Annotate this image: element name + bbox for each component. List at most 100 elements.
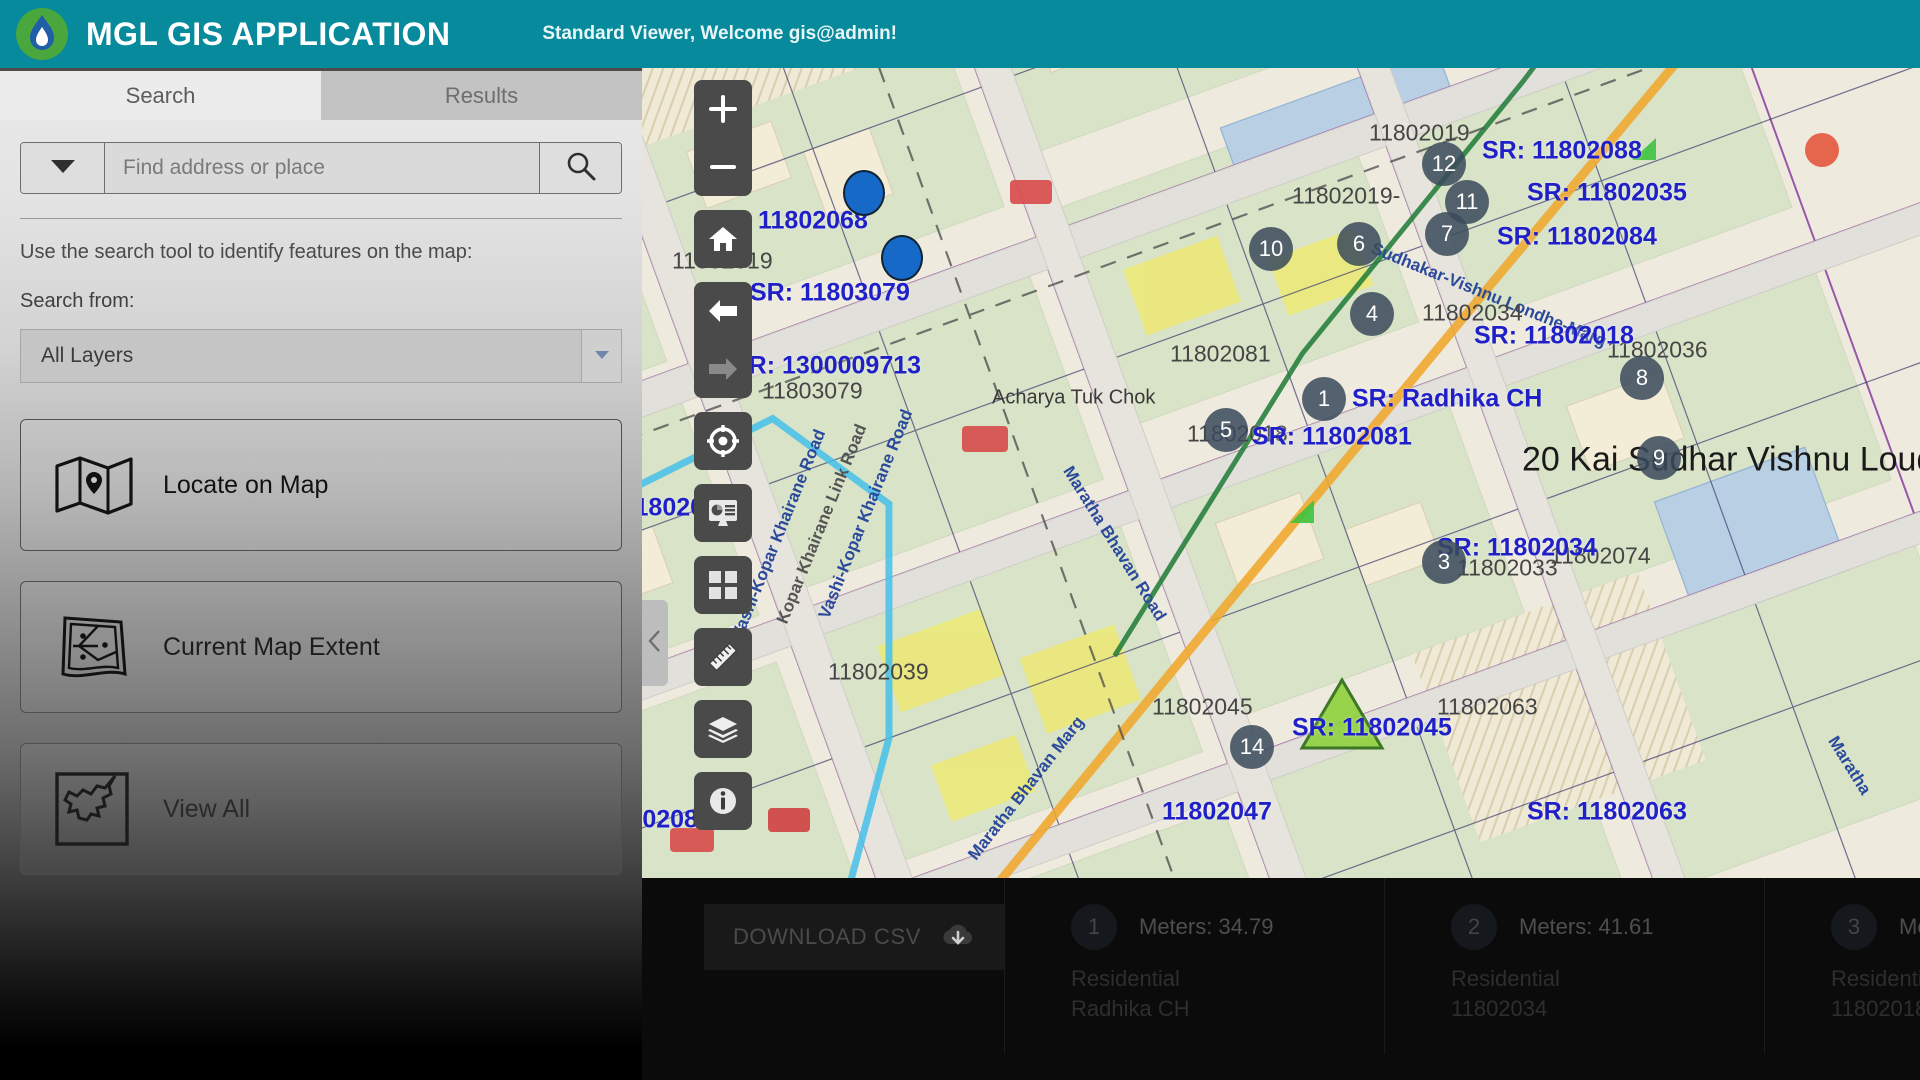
zoom-tool-group	[694, 80, 752, 196]
panel-tabs: Search Results	[0, 68, 642, 120]
result-index-badge: 2	[1451, 904, 1497, 950]
info-tool-group	[694, 772, 752, 830]
panel-body: Use the search tool to identify features…	[0, 120, 642, 875]
map-marker-numbered[interactable]: 5	[1204, 408, 1248, 452]
previous-extent-button[interactable]	[694, 282, 752, 340]
dashboard-tool-group	[694, 484, 752, 542]
current-map-extent-button[interactable]: Current Map Extent	[20, 581, 622, 713]
zoom-out-button[interactable]	[694, 138, 752, 196]
map-marker-numbered[interactable]: 6	[1337, 222, 1381, 266]
result-card-header: 2 Meters: 41.61	[1451, 904, 1764, 950]
map-marker-numbered[interactable]: 7	[1425, 212, 1469, 256]
app-title: MGL GIS APPLICATION	[86, 15, 451, 52]
sr-label: SR: 1300009713	[732, 351, 922, 380]
locate-button[interactable]	[694, 412, 752, 470]
layer-select-arrow[interactable]	[581, 330, 621, 382]
sr-label: SR: 11802018	[1474, 321, 1634, 350]
result-index-badge: 3	[1831, 904, 1877, 950]
map-marker-numbered[interactable]: 14	[1230, 725, 1274, 769]
home-button[interactable]	[694, 210, 752, 268]
divider	[20, 218, 622, 219]
next-extent-button[interactable]	[694, 340, 752, 398]
search-submit-button[interactable]	[539, 143, 621, 193]
panel-collapse-handle[interactable]	[642, 600, 668, 686]
cloud-download-icon	[941, 923, 975, 951]
result-card[interactable]: 1 Meters: 34.79 Residential Radhika CH	[1004, 878, 1384, 1054]
app-logo	[16, 8, 68, 60]
map-marker-numbered[interactable]: 4	[1350, 292, 1394, 336]
result-meters: Meters: 34.79	[1139, 914, 1274, 939]
layer-select-value: All Layers	[41, 344, 134, 367]
chevron-left-icon	[648, 629, 662, 657]
layers-tool-group	[694, 700, 752, 758]
parcel-label: 11802039	[828, 658, 929, 685]
result-type: Residential	[1071, 966, 1180, 991]
tab-search[interactable]: Search	[0, 68, 321, 120]
result-meters: Meters: 45.22	[1899, 914, 1920, 939]
result-card[interactable]: 3 Meters: 45.22 Residential 11802018	[1764, 878, 1920, 1054]
parcel-label: 11803079	[762, 377, 863, 404]
map-marker-numbered[interactable]: 10	[1249, 227, 1293, 271]
sr-label: SR: 11802084	[1497, 222, 1657, 251]
welcome-text: Standard Viewer, Welcome gis@admin!	[542, 23, 898, 44]
view-all-button[interactable]: View All	[20, 743, 622, 875]
map-toolbar	[694, 80, 752, 844]
extent-nav-group	[694, 282, 752, 398]
search-from-label: Search from:	[20, 290, 135, 312]
result-card-header: 3 Meters: 45.22	[1831, 904, 1920, 950]
result-id: 11802018	[1831, 996, 1920, 1021]
caret-down-icon	[50, 158, 76, 179]
current-map-extent-label: Current Map Extent	[163, 632, 380, 661]
search-input[interactable]	[105, 143, 539, 193]
region-outline-icon	[53, 770, 145, 848]
map-marker-blue[interactable]	[881, 235, 923, 281]
dashboard-button[interactable]	[694, 484, 752, 542]
map-view[interactable]: Sudhakar-Vishnu Londhe-Marg Maratha Bhav…	[642, 68, 1920, 878]
result-id: Radhika CH	[1071, 996, 1190, 1021]
measure-button[interactable]	[694, 628, 752, 686]
download-csv-button[interactable]: DOWNLOAD CSV	[704, 904, 1004, 970]
sr-label: SR: 11802088	[1482, 136, 1642, 165]
locate-on-map-label: Locate on Map	[163, 470, 329, 499]
map-marker-numbered[interactable]: 12	[1422, 142, 1466, 186]
folded-map-pin-icon	[53, 454, 145, 516]
parcel-label: 11802063	[1437, 693, 1538, 720]
result-id: 11802034	[1451, 996, 1548, 1021]
map-marker-numbered[interactable]: 9	[1637, 436, 1681, 480]
search-icon	[565, 150, 597, 187]
tab-results[interactable]: Results	[321, 68, 642, 120]
view-all-label: View All	[163, 794, 251, 823]
result-card-header: 1 Meters: 34.79	[1071, 904, 1384, 950]
layer-select[interactable]: All Layers	[20, 329, 622, 383]
zoom-in-button[interactable]	[694, 80, 752, 138]
place-label: Acharya Tuk Chok	[992, 386, 1156, 409]
map-marker-numbered[interactable]: 1	[1302, 377, 1346, 421]
result-index-badge: 1	[1071, 904, 1117, 950]
locate-on-map-button[interactable]: Locate on Map	[20, 419, 622, 551]
search-source-dropdown[interactable]	[21, 143, 105, 193]
result-type: Residential	[1831, 966, 1920, 991]
search-actions: Locate on Map Current Map Extent View Al…	[20, 419, 622, 875]
sr-label: SR: 11802035	[1527, 178, 1687, 207]
parcel-label: 11802019	[1369, 119, 1470, 146]
sr-label: SR: 11802081	[1252, 422, 1412, 451]
about-info-button[interactable]	[694, 772, 752, 830]
result-meters: Meters: 41.61	[1519, 914, 1654, 939]
map-marker-blue[interactable]	[843, 170, 885, 216]
layer-list-button[interactable]	[694, 700, 752, 758]
locate-tool-group	[694, 412, 752, 470]
result-card[interactable]: 2 Meters: 41.61 Residential 11802034	[1384, 878, 1764, 1054]
results-bar: DOWNLOAD CSV 1 Meters: 34.79 Residential…	[642, 878, 1920, 1080]
sr-label: SR: 11803079	[750, 278, 910, 307]
map-extent-icon	[53, 612, 145, 682]
gis-application: MGL GIS APPLICATION Standard Viewer, Wel…	[0, 0, 1920, 1080]
map-marker-numbered[interactable]: 3	[1422, 540, 1466, 584]
parcel-label: 11802045	[1152, 693, 1253, 720]
search-hint: Use the search tool to identify features…	[20, 241, 473, 263]
chevron-down-icon	[594, 347, 610, 365]
sr-label: SR: 11802045	[1292, 713, 1452, 742]
measure-tool-group	[694, 628, 752, 686]
app-header: MGL GIS APPLICATION Standard Viewer, Wel…	[0, 0, 1920, 68]
basemap-gallery-button[interactable]	[694, 556, 752, 614]
map-marker-numbered[interactable]: 8	[1620, 356, 1664, 400]
